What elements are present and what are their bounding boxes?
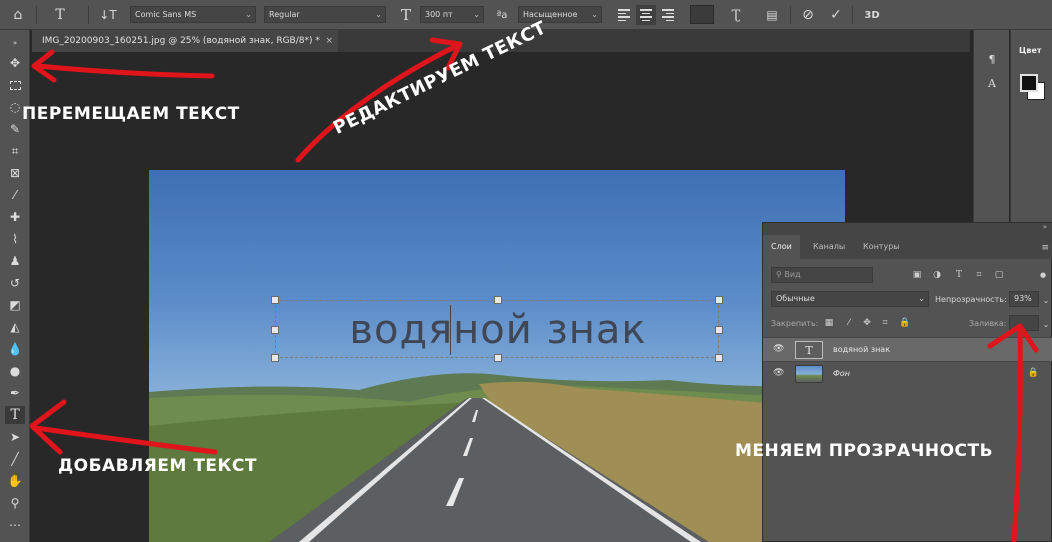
arrow-to-opacity bbox=[1011, 327, 1023, 542]
arrow-to-move-tool bbox=[35, 63, 215, 79]
arrow-to-type-tool bbox=[33, 425, 218, 455]
annotation-change-opacity: МЕНЯЕМ ПРОЗРАЧНОСТЬ bbox=[735, 441, 994, 461]
arrowhead bbox=[987, 323, 1039, 353]
annotation-add-text: ДОБАВЛЯЕМ ТЕКСТ bbox=[58, 456, 257, 476]
annotation-move-text: ПЕРЕМЕЩАЕМ ТЕКСТ bbox=[22, 104, 240, 124]
